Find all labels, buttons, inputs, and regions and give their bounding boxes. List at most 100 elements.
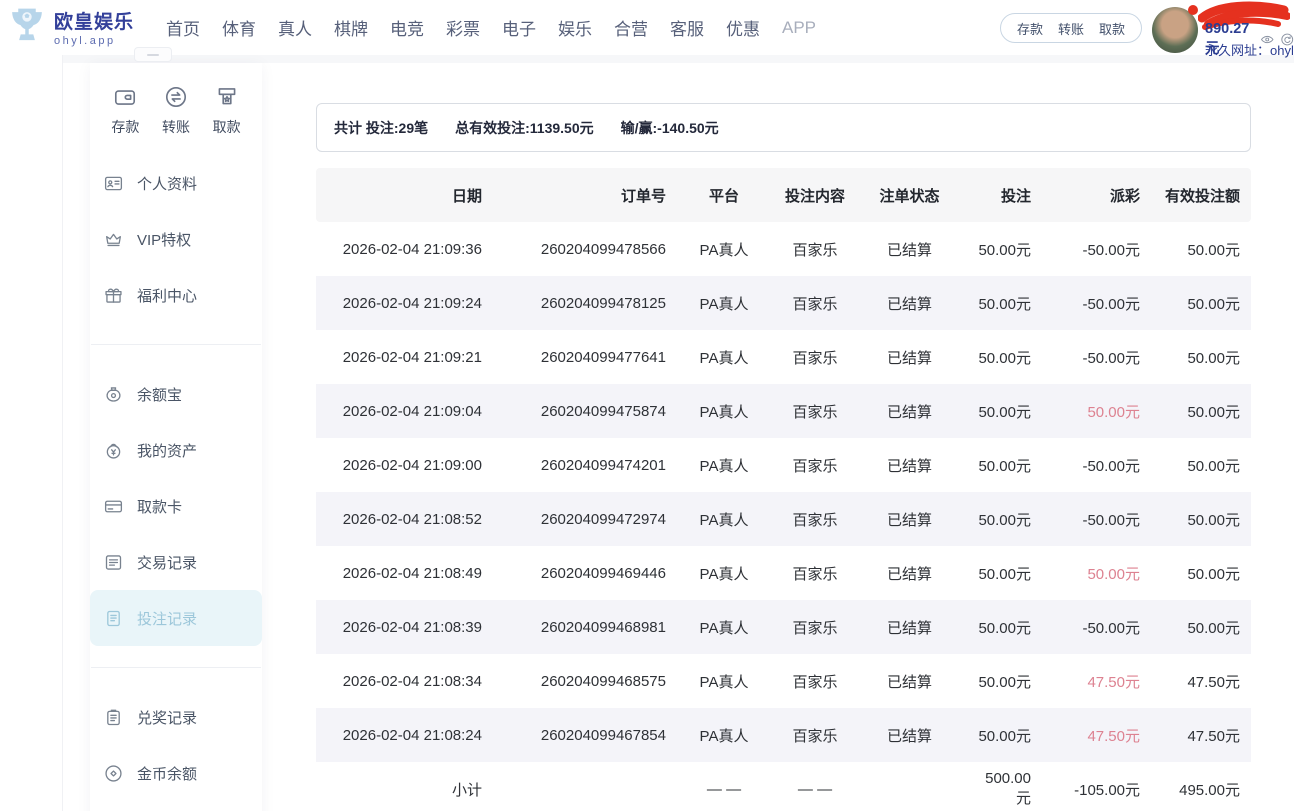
wallet-action-deposit[interactable]: 存款: [100, 84, 151, 137]
cell-content: 百家乐: [782, 438, 848, 492]
sidebar-item-welfare-center[interactable]: 福利中心: [90, 267, 262, 323]
column-header: 投注内容: [782, 168, 848, 222]
table-row: 2026-02-04 21:09:21260204099477641PA真人百家…: [316, 330, 1251, 384]
cell-bet: 50.00元: [971, 330, 1031, 384]
cell-date: 2026-02-04 21:08:34: [316, 654, 482, 708]
cell-date: 2026-02-04 21:09:04: [316, 384, 482, 438]
sidebar-item-coin-balance[interactable]: 金币余额: [90, 745, 262, 801]
sidebar-item-vip-privileges[interactable]: VIP特权: [90, 211, 262, 267]
cell-date: 2026-02-04 21:09:00: [316, 438, 482, 492]
nav-item-home[interactable]: 首页: [166, 15, 200, 40]
nav-item-lottery[interactable]: 彩票: [446, 15, 480, 40]
table-row: 2026-02-04 21:08:52260204099472974PA真人百家…: [316, 492, 1251, 546]
sidebar-item-my-assets[interactable]: 我的资产: [90, 422, 262, 478]
profile-icon: [103, 173, 124, 194]
cell-order: 260204099475874: [482, 384, 666, 438]
summary-winloss: 输/赢:-140.50元: [621, 118, 719, 138]
menu-group-divider: [91, 344, 261, 345]
sidebar-item-profile[interactable]: 个人资料: [90, 155, 262, 211]
sidebar-item-withdraw-card[interactable]: 取款卡: [90, 478, 262, 534]
nav-item-chess-cards[interactable]: 棋牌: [334, 15, 368, 40]
withdraw-card-icon: [103, 496, 124, 517]
cell-payout: -50.00元: [1031, 222, 1140, 276]
wallet-action-transfer[interactable]: 转账: [151, 84, 202, 137]
sidebar-item-label: 取款卡: [137, 496, 182, 517]
cell-status: 已结算: [848, 654, 971, 708]
sidebar-item-label: 我的资产: [137, 440, 197, 461]
table-row: 2026-02-04 21:08:34260204099468575PA真人百家…: [316, 654, 1251, 708]
sidebar-item-transaction-records[interactable]: 交易记录: [90, 534, 262, 590]
cell-content: 百家乐: [782, 330, 848, 384]
sidebar-item-yuebao[interactable]: 余额宝: [90, 366, 262, 422]
brand-domain: ohyl.app: [54, 35, 134, 47]
wallet-actions: 存款转账 取款: [90, 63, 262, 141]
top-navbar: 欧皇娱乐 ohyl.app 首页体育真人棋牌电竞彩票电子娱乐合营客服优惠APP …: [0, 0, 1294, 55]
cell-bet: 50.00元: [971, 438, 1031, 492]
cell-content: 百家乐: [782, 384, 848, 438]
quick-transfer-button[interactable]: 转账: [1058, 19, 1084, 38]
table-row: 2026-02-04 21:09:04260204099475874PA真人百家…: [316, 384, 1251, 438]
cell-payout: -50.00元: [1031, 276, 1140, 330]
sidebar: 存款转账 取款 个人资料 VIP特权福利中心余额宝我的资产取款卡交易记录投注记录兑奖…: [90, 63, 262, 811]
nav-item-promotions[interactable]: 优惠: [726, 15, 760, 40]
cell-platform: PA真人: [666, 330, 782, 384]
cell-date: 2026-02-04 21:08:52: [316, 492, 482, 546]
trophy-logo-icon: [6, 4, 48, 50]
cell-payout: -50.00元: [1031, 600, 1140, 654]
column-header: 注单状态: [848, 168, 971, 222]
table-row: 2026-02-04 21:08:49260204099469446PA真人百家…: [316, 546, 1251, 600]
cell-date: 2026-02-04 21:08:24: [316, 708, 482, 762]
nav-item-partnership[interactable]: 合营: [614, 15, 648, 40]
sidebar-item-message-center[interactable]: 消息中心3: [90, 801, 262, 811]
cell-payout: 50.00元: [1031, 546, 1140, 600]
cell-valid: 47.50元: [1140, 654, 1251, 708]
summary-total: 共计 投注:29笔: [334, 118, 428, 138]
wallet-action-label: 转账: [162, 117, 190, 137]
nav-item-esports[interactable]: 电竞: [390, 15, 424, 40]
sidebar-item-label: VIP特权: [137, 229, 191, 250]
cell-status: 已结算: [848, 600, 971, 654]
cell-content: 百家乐: [782, 708, 848, 762]
sidebar-item-label: 余额宝: [137, 384, 182, 405]
nav-item-sports[interactable]: 体育: [222, 15, 256, 40]
sidebar-item-label: 交易记录: [137, 552, 197, 573]
table-row: 2026-02-04 21:09:00260204099474201PA真人百家…: [316, 438, 1251, 492]
permanent-url: 永久网址：ohyl: [1205, 40, 1294, 59]
quick-withdraw-button[interactable]: 取款: [1099, 19, 1125, 38]
nav-item-slots[interactable]: 电子: [502, 15, 536, 40]
cell-date: 2026-02-04 21:08:49: [316, 546, 482, 600]
cell-content: 百家乐: [782, 654, 848, 708]
cell-order: 260204099468981: [482, 600, 666, 654]
cell-content: 百家乐: [782, 600, 848, 654]
nav-item-support[interactable]: 客服: [670, 15, 704, 40]
column-header: 派彩: [1031, 168, 1140, 222]
subtotal-cell: 小计: [316, 762, 482, 811]
table-header-row: 日期订单号平台投注内容注单状态投注派彩有效投注额: [316, 168, 1251, 222]
subtotal-cell: — —: [666, 762, 782, 811]
brand-logo[interactable]: 欧皇娱乐 ohyl.app: [6, 4, 134, 50]
nav-item-app[interactable]: APP: [782, 18, 816, 38]
column-header: 投注: [971, 168, 1031, 222]
cell-date: 2026-02-04 21:09:24: [316, 276, 482, 330]
nav-item-live-casino[interactable]: 真人: [278, 15, 312, 40]
cell-status: 已结算: [848, 330, 971, 384]
cell-valid: 50.00元: [1140, 222, 1251, 276]
brand-name: 欧皇娱乐: [54, 7, 134, 34]
wallet-action-label: 取款: [213, 117, 241, 137]
cell-status: 已结算: [848, 438, 971, 492]
cell-platform: PA真人: [666, 276, 782, 330]
sidebar-item-bet-records[interactable]: 投注记录: [90, 590, 262, 646]
nav-item-entertainment[interactable]: 娱乐: [558, 15, 592, 40]
cell-payout: -50.00元: [1031, 492, 1140, 546]
subtotal-cell: 500.00元: [971, 762, 1031, 811]
sidebar-collapse-handle[interactable]: [134, 47, 172, 62]
my-assets-icon: [103, 440, 124, 461]
welfare-center-icon: [103, 285, 124, 306]
quick-deposit-button[interactable]: 存款: [1017, 19, 1043, 38]
cell-platform: PA真人: [666, 708, 782, 762]
page-top-strip: [62, 55, 1294, 63]
sidebar-item-redeem-records[interactable]: 兑奖记录: [90, 689, 262, 745]
cell-order: 260204099474201: [482, 438, 666, 492]
wallet-action-withdraw[interactable]: 取款: [201, 84, 252, 137]
sidebar-item-label: 个人资料: [137, 173, 197, 194]
